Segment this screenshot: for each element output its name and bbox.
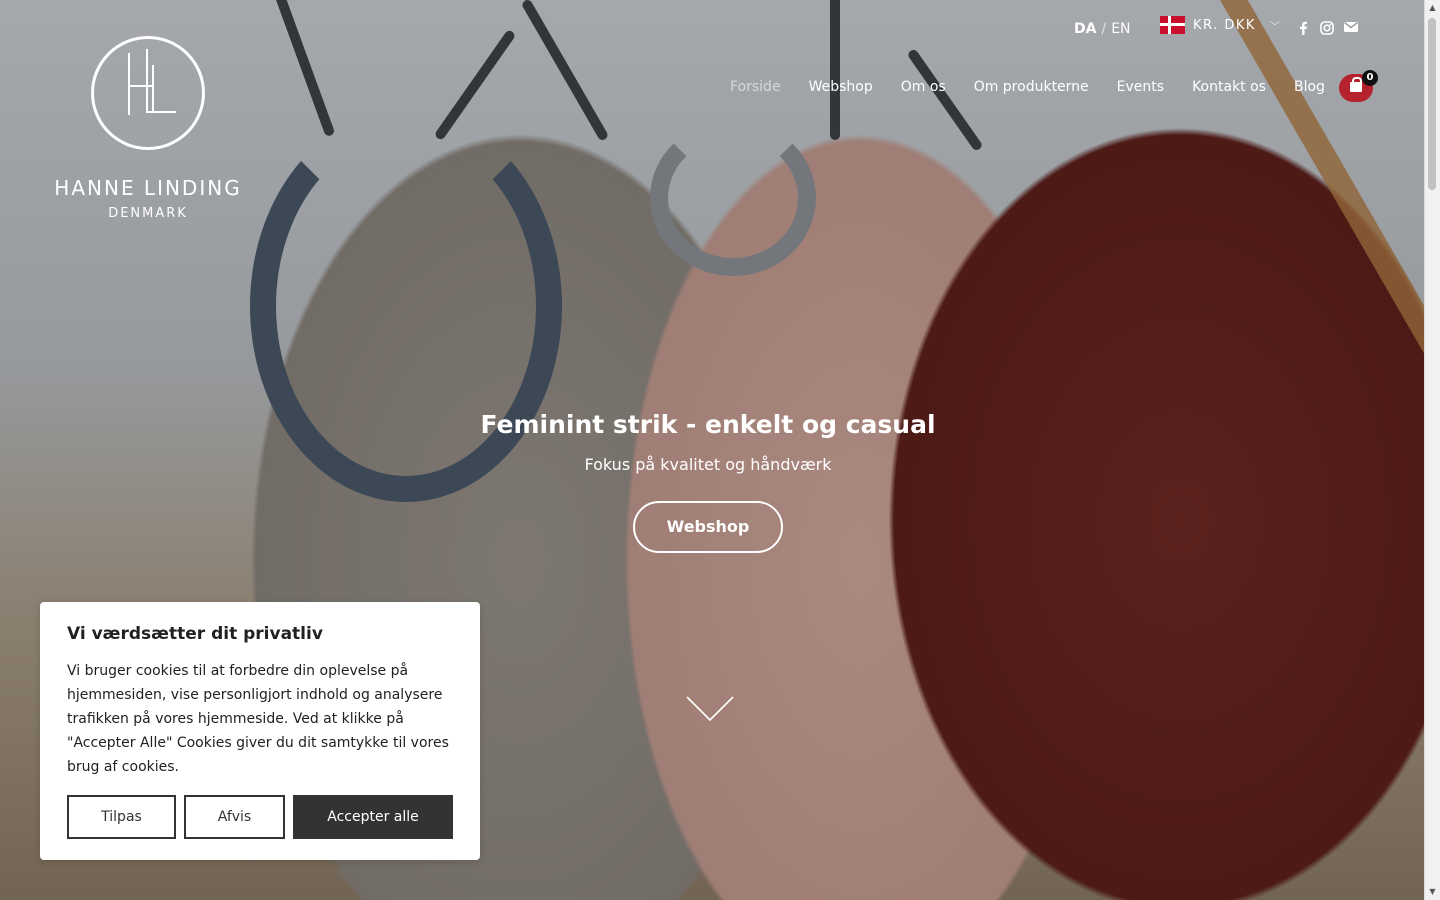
cookie-text: Vi bruger cookies til at forbedre din op…	[67, 663, 449, 775]
hero-webshop-button[interactable]: Webshop	[633, 501, 783, 553]
scroll-down-chevron-icon[interactable]	[686, 695, 734, 723]
cart-button[interactable]: 0	[1339, 70, 1378, 102]
page-scrollbar[interactable]: ▲ ▼	[1424, 0, 1440, 900]
scroll-up-arrow-icon[interactable]: ▲	[1425, 0, 1440, 16]
language-separator: /	[1101, 21, 1107, 37]
instagram-icon[interactable]	[1320, 21, 1334, 35]
cookie-customize-button[interactable]: Tilpas	[67, 795, 176, 839]
nav-item-webshop[interactable]: Webshop	[809, 79, 873, 95]
hero-subtitle: Fokus på kvalitet og håndværk	[584, 455, 832, 474]
shopping-bag-icon	[1350, 77, 1362, 92]
nav-item-events[interactable]: Events	[1117, 79, 1164, 95]
cookie-consent-banner: Vi værdsætter dit privatliv Vi bruger co…	[40, 602, 480, 860]
email-icon[interactable]	[1344, 21, 1358, 35]
language-en[interactable]: EN	[1111, 21, 1130, 37]
cookie-reject-button[interactable]: Afvis	[184, 795, 285, 839]
hero-title: Feminint strik - enkelt og casual	[480, 410, 936, 439]
brand-logo[interactable]: HANNE LINDING DENMARK	[48, 36, 248, 221]
nav-item-kontakt-os[interactable]: Kontakt os	[1192, 79, 1266, 95]
social-links	[1296, 21, 1358, 35]
currency-selector[interactable]: KR. DKK ﹀	[1160, 16, 1281, 34]
nav-item-om-produkterne[interactable]: Om produkterne	[974, 79, 1089, 95]
scrollbar-thumb[interactable]	[1428, 18, 1436, 190]
cookie-title: Vi værdsætter dit privatliv	[67, 624, 323, 644]
hl-monogram-icon	[91, 36, 205, 150]
nav-item-om-os[interactable]: Om os	[901, 79, 946, 95]
chevron-down-icon: ﹀	[1269, 21, 1282, 33]
nav-item-forside[interactable]: Forside	[730, 79, 781, 95]
nav-item-blog[interactable]: Blog	[1294, 79, 1325, 95]
language-da[interactable]: DA	[1074, 21, 1096, 37]
brand-name: HANNE LINDING	[54, 176, 242, 200]
cart-count-badge: 0	[1362, 70, 1378, 86]
language-switcher: DA / EN	[1074, 21, 1131, 37]
cookie-accept-all-button[interactable]: Accepter alle	[293, 795, 453, 839]
danish-flag-icon	[1160, 16, 1185, 34]
main-navigation: Forside Webshop Om os Om produkterne Eve…	[730, 79, 1325, 95]
currency-label: KR. DKK	[1193, 17, 1256, 33]
scroll-down-arrow-icon[interactable]: ▼	[1425, 884, 1440, 900]
facebook-icon[interactable]	[1296, 21, 1310, 35]
brand-tagline: DENMARK	[108, 206, 188, 221]
